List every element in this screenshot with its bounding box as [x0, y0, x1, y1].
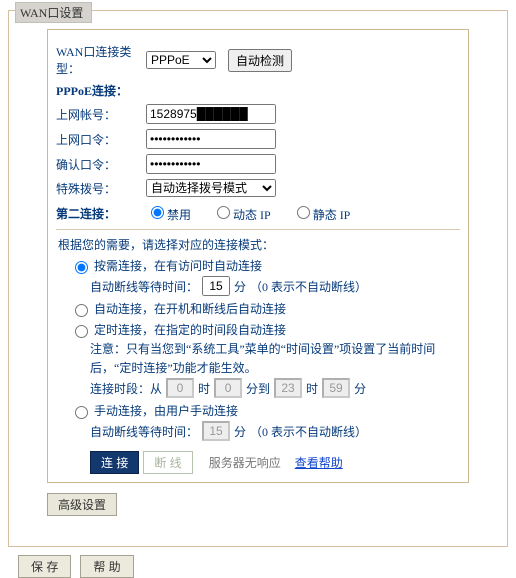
advanced-button[interactable]: 高级设置: [47, 493, 117, 516]
from-hour: [166, 378, 194, 398]
unit-min-to: 分到: [246, 380, 270, 397]
label-pppoe: PPPoE连接：: [56, 82, 146, 99]
divider: [56, 229, 460, 230]
radio-dynamic-label[interactable]: 动态 IP: [212, 208, 271, 222]
mode-auto-label: 自动连接，在开机和断线后自动连接: [94, 300, 286, 317]
mode-hint: 根据您的需要，请选择对应的连接模式：: [58, 236, 460, 253]
connect-button[interactable]: 连 接: [90, 451, 139, 474]
idle-label-1: 自动断线等待时间：: [90, 278, 198, 295]
unit-hour-2: 时: [306, 380, 318, 397]
idle-label-2: 自动断线等待时间：: [90, 423, 198, 440]
radio-disabled-label[interactable]: 禁用: [146, 208, 191, 222]
mode-demand-label: 按需连接，在有访问时自动连接: [94, 257, 262, 274]
disconnect-button[interactable]: 断 线: [143, 451, 192, 474]
label-special-dial: 特殊拨号：: [56, 180, 146, 197]
wan-settings-panel: WAN口设置 WAN口连接类型： PPPoE 自动检测 PPPoE连接： 上网帐…: [8, 10, 508, 547]
help-link[interactable]: 查看帮助: [295, 454, 343, 471]
radio-static[interactable]: [297, 206, 310, 219]
conn-type-select[interactable]: PPPoE: [146, 51, 216, 69]
idle-note-2: （0 表示不自动断线）: [250, 423, 367, 440]
radio-disabled[interactable]: [151, 206, 164, 219]
radio-static-label[interactable]: 静态 IP: [292, 208, 351, 222]
mode-timed-radio[interactable]: [75, 325, 88, 338]
unit-hour-1: 时: [198, 380, 210, 397]
second-conn-radios: 禁用 动态 IP 静态 IP: [146, 203, 368, 223]
radio-dynamic[interactable]: [217, 206, 230, 219]
label-second-conn: 第二连接：: [56, 205, 146, 222]
help-button[interactable]: 帮 助: [80, 555, 133, 578]
status-text: 服务器无响应: [209, 454, 281, 471]
period-label: 连接时段：从: [90, 380, 162, 397]
account-input[interactable]: [146, 104, 276, 124]
radio-static-text: 静态 IP: [313, 208, 351, 222]
idle-unit-2: 分: [234, 423, 246, 440]
special-dial-select[interactable]: 自动选择拨号模式: [146, 179, 276, 197]
unit-min-2: 分: [354, 380, 366, 397]
to-hour: [274, 378, 302, 398]
mode-manual-radio[interactable]: [75, 406, 88, 419]
password-input[interactable]: [146, 129, 276, 149]
idle-note-1: （0 表示不自动断线）: [250, 278, 367, 295]
radio-dynamic-text: 动态 IP: [233, 208, 271, 222]
auto-detect-button[interactable]: 自动检测: [228, 49, 292, 72]
radio-disabled-text: 禁用: [167, 208, 191, 222]
label-conn-type: WAN口连接类型：: [56, 43, 146, 77]
mode-manual-label: 手动连接，由用户手动连接: [94, 402, 238, 419]
label-password: 上网口令：: [56, 131, 146, 148]
from-min: [214, 378, 242, 398]
mode-demand-radio[interactable]: [75, 261, 88, 274]
mode-auto-radio[interactable]: [75, 304, 88, 317]
panel-title: WAN口设置: [15, 2, 92, 23]
label-account: 上网帐号：: [56, 106, 146, 123]
idle-time-1[interactable]: [202, 276, 230, 296]
to-min: [322, 378, 350, 398]
idle-unit-1: 分: [234, 278, 246, 295]
timed-note: 注意：只有当您到“系统工具”菜单的“时间设置”项设置了当前时间后，“定时连接”功…: [90, 340, 460, 378]
form-area: WAN口连接类型： PPPoE 自动检测 PPPoE连接： 上网帐号： 上网口令…: [47, 29, 469, 483]
confirm-input[interactable]: [146, 154, 276, 174]
label-confirm: 确认口令：: [56, 156, 146, 173]
idle-time-2: [202, 421, 230, 441]
mode-timed-label: 定时连接，在指定的时间段自动连接: [94, 321, 286, 338]
save-button[interactable]: 保 存: [18, 555, 71, 578]
